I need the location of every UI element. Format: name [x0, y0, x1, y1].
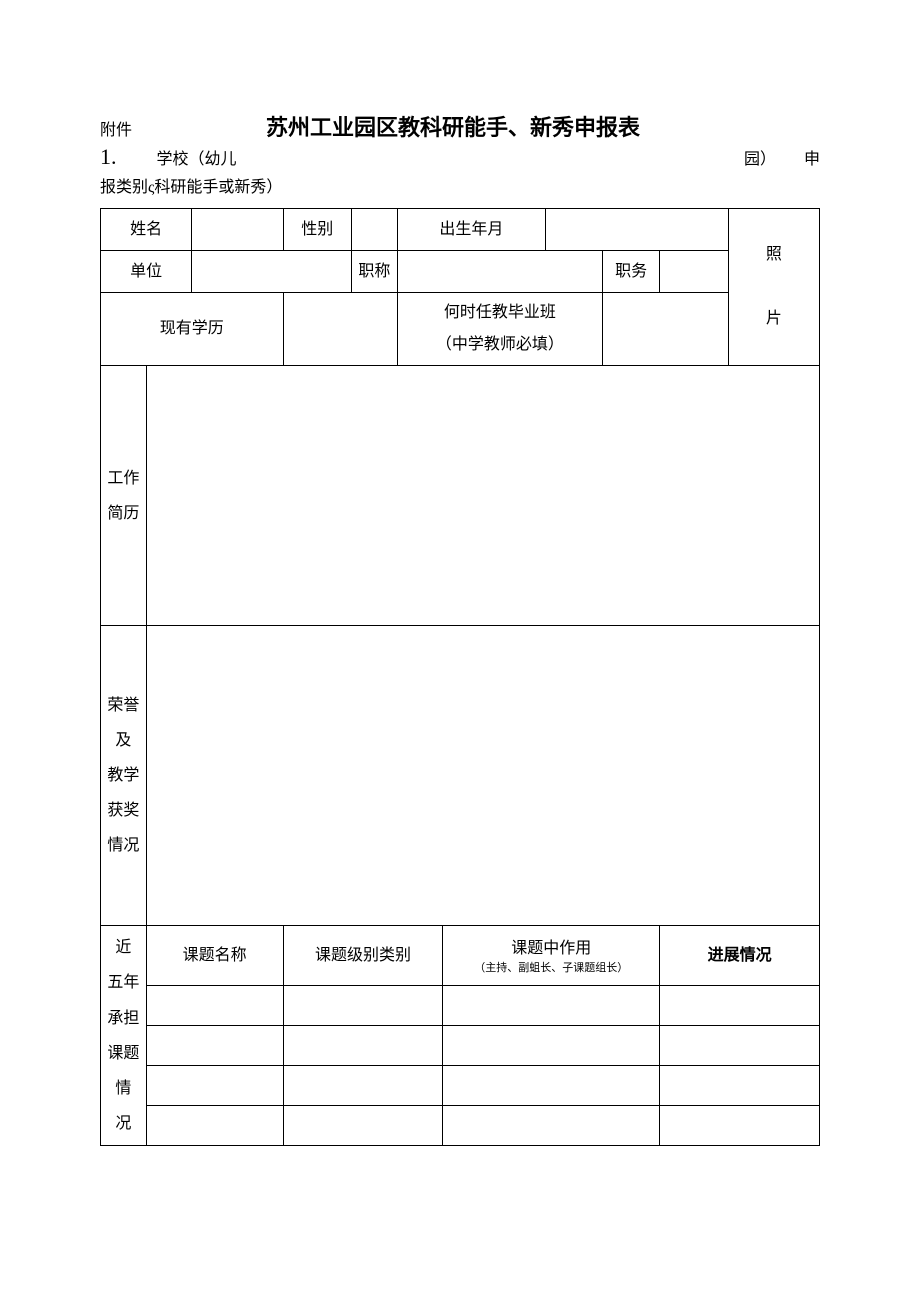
label-recent-five-years: 近 五年 承担 课题情 况: [101, 926, 147, 1146]
field-topic-role-4[interactable]: [443, 1106, 660, 1146]
apply-label: 申: [804, 151, 820, 168]
school-label-prefix: 学校（幼儿: [157, 147, 237, 173]
label-work-history: 工作 简历: [101, 366, 147, 626]
label-progress: 进展情况: [660, 926, 820, 986]
label-honors: 荣誉及 教学获奖 情况: [101, 626, 147, 926]
field-title-pro[interactable]: [397, 251, 602, 293]
field-work-history[interactable]: [146, 366, 819, 626]
field-topic-role-3[interactable]: [443, 1066, 660, 1106]
label-topic-name: 课题名称: [146, 926, 283, 986]
label-unit: 单位: [101, 251, 192, 293]
label-education: 现有学历: [101, 293, 284, 366]
item-number: 1.: [100, 144, 117, 170]
field-topic-name-2[interactable]: [146, 1026, 283, 1066]
field-progress-1[interactable]: [660, 986, 820, 1026]
field-topic-name-1[interactable]: [146, 986, 283, 1026]
field-topic-name-4[interactable]: [146, 1106, 283, 1146]
field-topic-level-3[interactable]: [283, 1066, 443, 1106]
category-label: 报类别ς科研能手或新秀）: [100, 175, 820, 201]
field-topic-level-2[interactable]: [283, 1026, 443, 1066]
field-position[interactable]: [660, 251, 729, 293]
field-name[interactable]: [192, 209, 283, 251]
application-form-table: 姓名 性别 出生年月 照 片 单位 职称 职务 现有学历 何时任教毕业班 （中学…: [100, 208, 820, 1146]
field-birth[interactable]: [546, 209, 729, 251]
field-progress-2[interactable]: [660, 1026, 820, 1066]
field-photo[interactable]: 照 片: [728, 209, 819, 366]
label-topic-level: 课题级别类别: [283, 926, 443, 986]
label-position: 职务: [603, 251, 660, 293]
field-honors[interactable]: [146, 626, 819, 926]
field-topic-role-2[interactable]: [443, 1026, 660, 1066]
label-photo-top: 照: [766, 246, 782, 263]
field-unit[interactable]: [192, 251, 352, 293]
label-title-pro: 职称: [352, 251, 398, 293]
document-header: 附件 苏州工业园区教科研能手、新秀申报表 1. 学校（幼儿 园） 申 报类别ς科…: [100, 110, 820, 200]
field-gender[interactable]: [352, 209, 398, 251]
label-topic-role: 课题中作用 （主持、副蛆长、子课题组长）: [443, 926, 660, 986]
label-birth: 出生年月: [397, 209, 545, 251]
field-topic-name-3[interactable]: [146, 1066, 283, 1106]
field-topic-level-1[interactable]: [283, 986, 443, 1026]
field-grad-class[interactable]: [603, 293, 729, 366]
label-name: 姓名: [101, 209, 192, 251]
label-gender: 性别: [283, 209, 351, 251]
attachment-label: 附件: [100, 122, 132, 139]
document-title: 苏州工业园区教科研能手、新秀申报表: [266, 110, 640, 142]
label-photo-bottom: 片: [766, 310, 782, 327]
field-progress-3[interactable]: [660, 1066, 820, 1106]
field-topic-role-1[interactable]: [443, 986, 660, 1026]
school-label-suffix: 园）: [744, 151, 776, 168]
field-topic-level-4[interactable]: [283, 1106, 443, 1146]
field-education[interactable]: [283, 293, 397, 366]
label-grad-class: 何时任教毕业班 （中学教师必填）: [397, 293, 602, 366]
field-progress-4[interactable]: [660, 1106, 820, 1146]
